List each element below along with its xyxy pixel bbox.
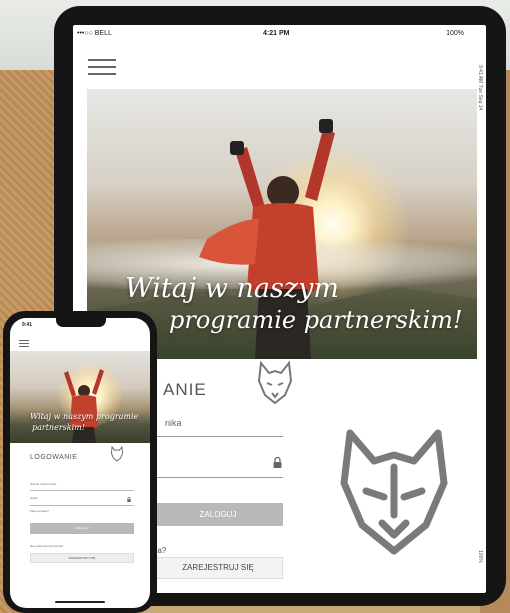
phone-password-input[interactable]	[30, 505, 134, 506]
login-title: ANIE	[163, 380, 207, 399]
lock-icon	[273, 457, 282, 468]
lock-icon	[127, 497, 131, 502]
phone-hero-line-2: partnerskim!	[32, 423, 85, 432]
phone-login-title: LOGOWANIE	[30, 454, 78, 461]
status-time: 4:21 PM	[263, 30, 290, 37]
tablet-side-status-bottom: 100%	[477, 550, 483, 563]
phone-login-button[interactable]: ZALOGUJ	[30, 523, 134, 534]
phone-hero-heading: Witaj w naszym programie partnerskim!	[30, 411, 138, 433]
phone-notch	[56, 318, 106, 327]
phone-hero-image: Witaj w naszym programie partnerskim!	[10, 351, 150, 443]
phone-status-time: 9:41	[22, 322, 33, 328]
password-input[interactable]	[153, 477, 283, 478]
hero-line-1: Witaj w naszym	[125, 273, 339, 304]
phone-password-label: Hasło	[30, 496, 38, 500]
wolf-logo-icon	[110, 446, 124, 462]
phone-device: 9:41 Witaj w naszym programie partnerski…	[3, 311, 157, 613]
phone-hero-line-1: Witaj w naszym programie	[30, 412, 139, 421]
hero-heading: Witaj w naszym programie partnerskim!	[125, 273, 463, 334]
battery-level: 100%	[446, 30, 464, 37]
tablet-side-status: 9:41 AM Tue Sep 14	[477, 65, 483, 111]
username-input[interactable]	[153, 436, 283, 437]
username-label: nika	[165, 418, 182, 428]
hamburger-menu-icon[interactable]	[19, 340, 29, 347]
phone-username-input[interactable]	[30, 490, 134, 491]
phone-username-label: Nazwa użytkownika	[30, 482, 57, 486]
hamburger-menu-icon[interactable]	[88, 59, 116, 77]
register-button[interactable]: ZAREJESTRUJ SIĘ	[153, 557, 283, 579]
phone-register-button[interactable]: ZAREJESTRUJ SIĘ	[30, 553, 134, 563]
home-indicator[interactable]	[55, 601, 105, 603]
phone-screen: 9:41 Witaj w naszym programie partnerski…	[10, 318, 150, 608]
wolf-logo-icon	[257, 361, 293, 405]
login-button[interactable]: ZALOGUJ	[153, 503, 283, 526]
tablet-status-bar: •••○○ BELL 4:21 PM 100%	[73, 25, 486, 41]
phone-register-prompt: Nie masz jeszcze konta?	[30, 544, 64, 548]
phone-forgot-link[interactable]: Zapomniałeś?	[30, 509, 49, 513]
wolf-logo-icon	[340, 429, 448, 555]
hero-line-2: programie partnerskim!	[169, 306, 463, 334]
carrier: •••○○ BELL	[77, 30, 112, 37]
